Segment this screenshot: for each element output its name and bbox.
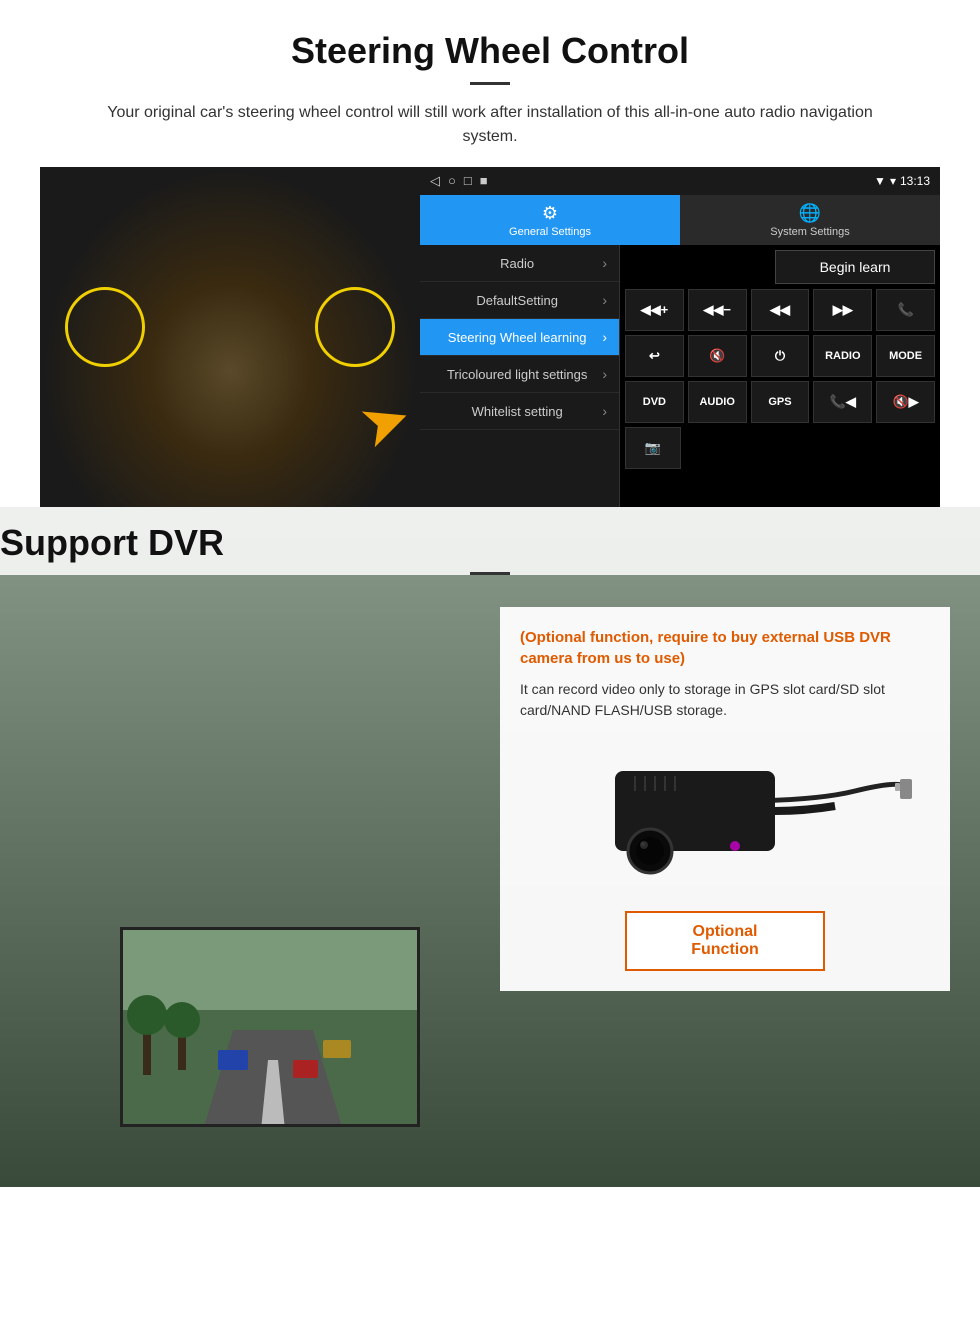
control-grid-row2: ↩ 🔇 ⏻ RADIO MODE (625, 335, 935, 377)
chevron-whitelist-icon: › (602, 403, 607, 419)
steering-screenshot: ➤ ◁ ○ □ ■ ▼ ▾ 13:13 (40, 167, 940, 507)
settings-tabs: ⚙ General Settings 🌐 System Settings (420, 195, 940, 245)
chevron-steering-icon: › (602, 329, 607, 345)
dvr-title-area: Support DVR (0, 507, 980, 575)
globe-icon: 🌐 (799, 203, 821, 224)
ctrl-mute[interactable]: 🔇 (688, 335, 747, 377)
recent-icon: □ (464, 173, 472, 189)
dvr-description: It can record video only to storage in G… (520, 679, 930, 721)
ctrl-radio[interactable]: RADIO (813, 335, 872, 377)
wheel-circle-right (315, 287, 395, 367)
dvr-section: Support DVR (Optional function, require … (0, 507, 980, 1187)
dvr-divider (470, 572, 510, 575)
steering-controls: Begin learn ◀◀+ ◀◀− ◀◀ ▶▶ 📞 ↩ 🔇 ⏻ (620, 245, 940, 507)
ctrl-vol-up[interactable]: ◀◀+ (625, 289, 684, 331)
control-row-last: 📷 (625, 427, 935, 469)
dvr-small-screenshot (120, 927, 420, 1127)
ctrl-gps[interactable]: GPS (751, 381, 810, 423)
wheel-bg: ➤ (40, 167, 420, 507)
ctrl-vol-down[interactable]: ◀◀− (688, 289, 747, 331)
statusbar-nav-icons: ◁ ○ □ ■ (430, 173, 488, 189)
tab-system-label: System Settings (770, 226, 849, 238)
signal-icon: ▼ (874, 174, 886, 188)
dvr-info-card: (Optional function, require to buy exter… (500, 607, 950, 991)
menu-item-default[interactable]: DefaultSetting › (420, 282, 619, 319)
menu-item-steering[interactable]: Steering Wheel learning › (420, 319, 619, 356)
dvr-small-road-svg (123, 930, 420, 1127)
ctrl-prev[interactable]: ◀◀ (751, 289, 810, 331)
ctrl-phone[interactable]: 📞 (876, 289, 935, 331)
menu-item-default-label: DefaultSetting (432, 293, 602, 308)
steering-description: Your original car's steering wheel contr… (80, 101, 900, 149)
ctrl-power[interactable]: ⏻ (751, 335, 810, 377)
ctrl-dvd[interactable]: DVD (625, 381, 684, 423)
chevron-tricolor-icon: › (602, 366, 607, 382)
ctrl-cam[interactable]: 📷 (625, 427, 681, 469)
arrow-indicator: ➤ (349, 381, 420, 464)
begin-learn-button[interactable]: Begin learn (775, 250, 935, 284)
tab-general-label: General Settings (509, 226, 591, 238)
settings-content: Radio › DefaultSetting › Steering Wheel … (420, 245, 940, 507)
menu-icon: ■ (480, 173, 488, 189)
android-ui: ◁ ○ □ ■ ▼ ▾ 13:13 ⚙ General Settings (420, 167, 940, 507)
ctrl-audio[interactable]: AUDIO (688, 381, 747, 423)
steering-wheel-image: ➤ (40, 167, 420, 507)
tab-general[interactable]: ⚙ General Settings (420, 195, 680, 245)
wheel-circle-left (65, 287, 145, 367)
control-grid-row3: DVD AUDIO GPS 📞◀ 🔇▶ (625, 381, 935, 423)
title-divider (470, 82, 510, 85)
menu-item-radio-label: Radio (432, 256, 602, 271)
ctrl-phone-prev[interactable]: 📞◀ (813, 381, 872, 423)
optional-function-button[interactable]: Optional Function (625, 911, 825, 971)
settings-menu: Radio › DefaultSetting › Steering Wheel … (420, 245, 620, 507)
ctrl-mode[interactable]: MODE (876, 335, 935, 377)
chevron-default-icon: › (602, 292, 607, 308)
menu-item-whitelist-label: Whitelist setting (432, 404, 602, 419)
menu-item-tricolor-label: Tricoloured light settings (432, 367, 602, 382)
ctrl-mute-next[interactable]: 🔇▶ (876, 381, 935, 423)
dvr-background: Support DVR (Optional function, require … (0, 507, 980, 1187)
home-icon: ○ (448, 173, 456, 189)
menu-item-steering-label: Steering Wheel learning (432, 330, 602, 345)
gear-icon: ⚙ (542, 203, 558, 224)
tab-system[interactable]: 🌐 System Settings (680, 195, 940, 245)
menu-item-tricolor[interactable]: Tricoloured light settings › (420, 356, 619, 393)
begin-learn-row: Begin learn (625, 250, 935, 284)
chevron-radio-icon: › (602, 255, 607, 271)
dvr-optional-text: (Optional function, require to buy exter… (520, 627, 930, 669)
dvr-title: Support DVR (0, 522, 980, 564)
steering-section: Steering Wheel Control Your original car… (0, 0, 980, 507)
menu-item-whitelist[interactable]: Whitelist setting › (420, 393, 619, 430)
wifi-icon: ▾ (890, 174, 896, 188)
dvr-camera-svg (535, 741, 915, 891)
control-grid-row1: ◀◀+ ◀◀− ◀◀ ▶▶ 📞 (625, 289, 935, 331)
clock: 13:13 (900, 174, 930, 188)
steering-title: Steering Wheel Control (40, 30, 940, 72)
ctrl-back[interactable]: ↩ (625, 335, 684, 377)
statusbar-status: ▼ ▾ 13:13 (874, 174, 930, 188)
android-statusbar: ◁ ○ □ ■ ▼ ▾ 13:13 (420, 167, 940, 195)
ctrl-next[interactable]: ▶▶ (813, 289, 872, 331)
dvr-camera-image (520, 736, 930, 896)
menu-item-radio[interactable]: Radio › (420, 245, 619, 282)
back-icon: ◁ (430, 173, 440, 189)
